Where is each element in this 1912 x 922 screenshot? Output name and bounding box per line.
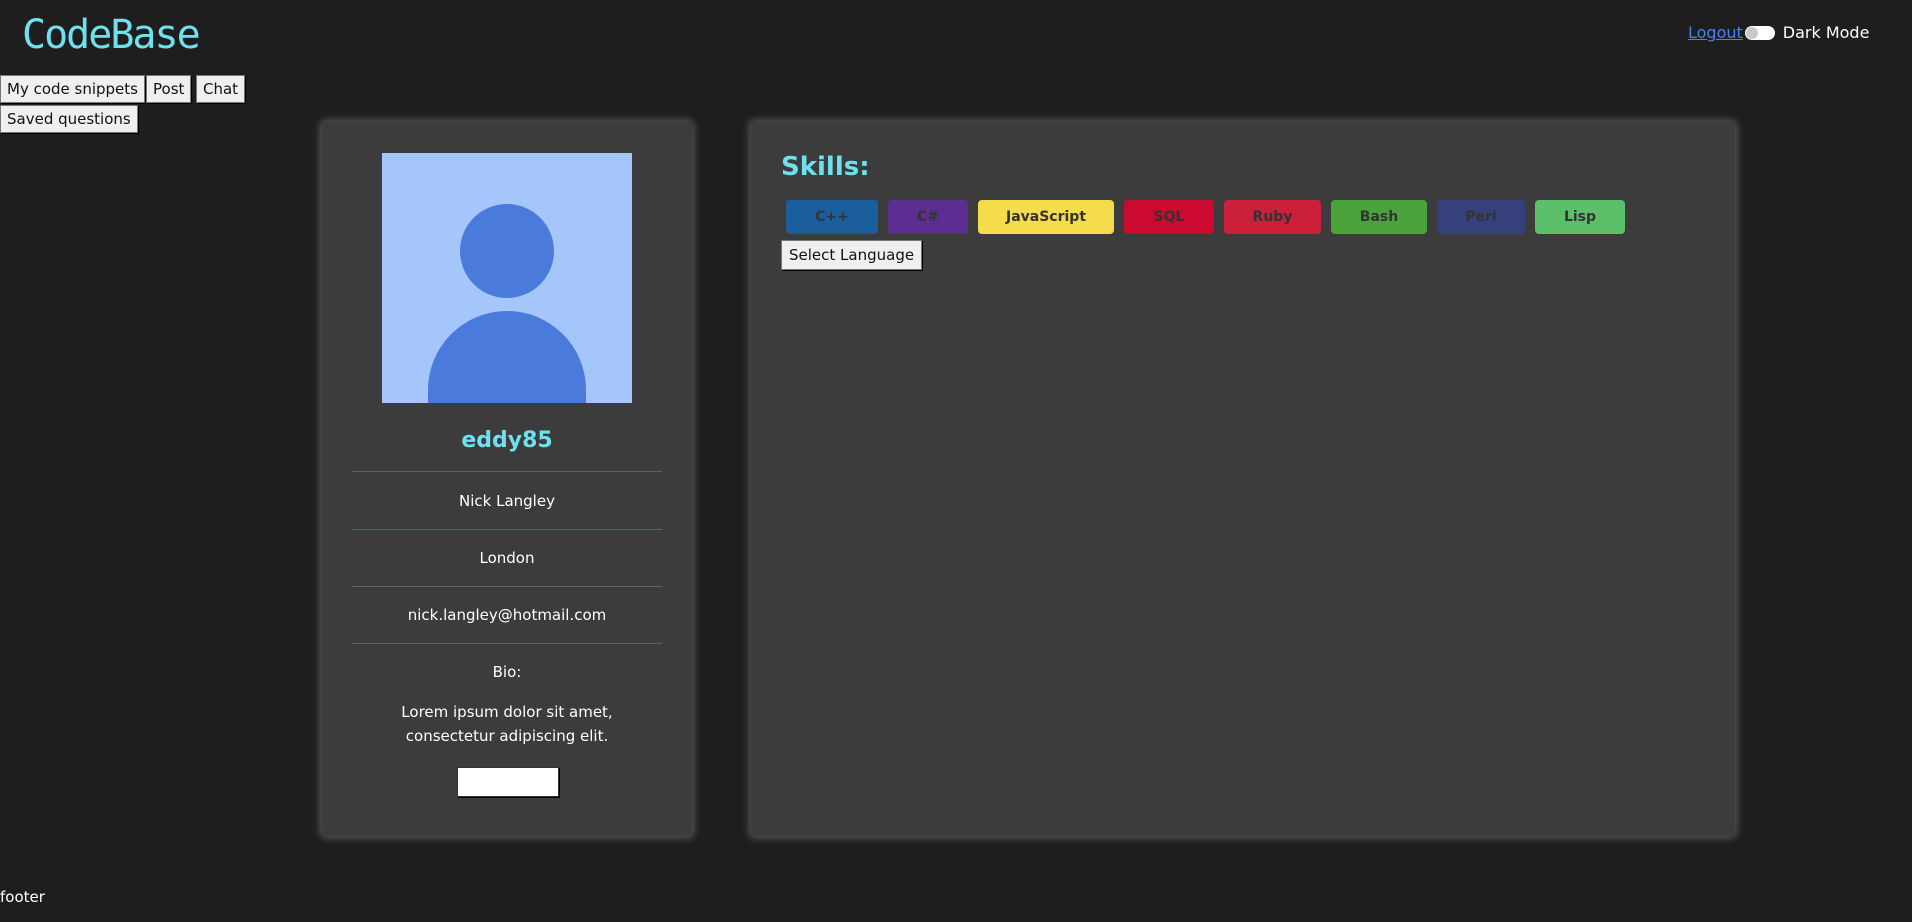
post-button[interactable]: Post xyxy=(146,75,192,103)
bio-text: Lorem ipsum dolor sit amet, consectetur … xyxy=(401,703,613,745)
dark-mode-label: Dark Mode xyxy=(1782,23,1870,42)
location: London xyxy=(479,549,535,567)
bio-label: Bio: xyxy=(492,663,522,681)
my-code-snippets-button[interactable]: My code snippets xyxy=(0,75,145,103)
codebase-logo[interactable]: CodeBase xyxy=(22,10,201,60)
divider xyxy=(352,529,662,530)
saved-questions-button[interactable]: Saved questions xyxy=(0,105,138,133)
logout-link[interactable]: Logout xyxy=(1688,23,1743,42)
header-actions: Logout Dark Mode xyxy=(1688,23,1869,42)
email: nick.langley@hotmail.com xyxy=(407,606,607,624)
full-name: Nick Langley xyxy=(459,492,555,510)
skill-chip-cpp[interactable]: C++ xyxy=(786,200,878,234)
avatar xyxy=(382,153,632,403)
avatar-body xyxy=(428,311,586,403)
skill-chip-bash[interactable]: Bash xyxy=(1331,200,1427,234)
skill-chip-ruby[interactable]: Ruby xyxy=(1224,200,1321,234)
toggle-knob xyxy=(1745,26,1758,39)
dark-mode-toggle[interactable] xyxy=(1744,25,1775,40)
skill-chips: C++ C# JavaScript SQL Ruby Bash Perl Lis… xyxy=(786,200,1635,234)
chat-button[interactable]: Chat xyxy=(196,75,246,103)
avatar-head xyxy=(460,204,554,298)
skills-card: Skills: C++ C# JavaScript SQL Ruby Bash … xyxy=(751,122,1735,836)
divider xyxy=(352,471,662,472)
username: eddy85 xyxy=(461,428,553,453)
profile-card: eddy85 Nick Langley London nick.langley@… xyxy=(322,122,692,836)
show-more-button[interactable]: Show more xyxy=(457,767,559,797)
skill-chip-perl[interactable]: Perl xyxy=(1437,200,1525,234)
skill-chip-lisp[interactable]: Lisp xyxy=(1535,200,1625,234)
skill-chip-sql[interactable]: SQL xyxy=(1124,200,1214,234)
select-language-button[interactable]: Select Language xyxy=(781,240,923,270)
skills-title: Skills: xyxy=(781,152,870,182)
skill-chip-csharp[interactable]: C# xyxy=(888,200,968,234)
divider xyxy=(352,586,662,587)
divider xyxy=(352,643,662,644)
footer: footer xyxy=(0,888,45,906)
skill-chip-javascript[interactable]: JavaScript xyxy=(978,200,1114,234)
